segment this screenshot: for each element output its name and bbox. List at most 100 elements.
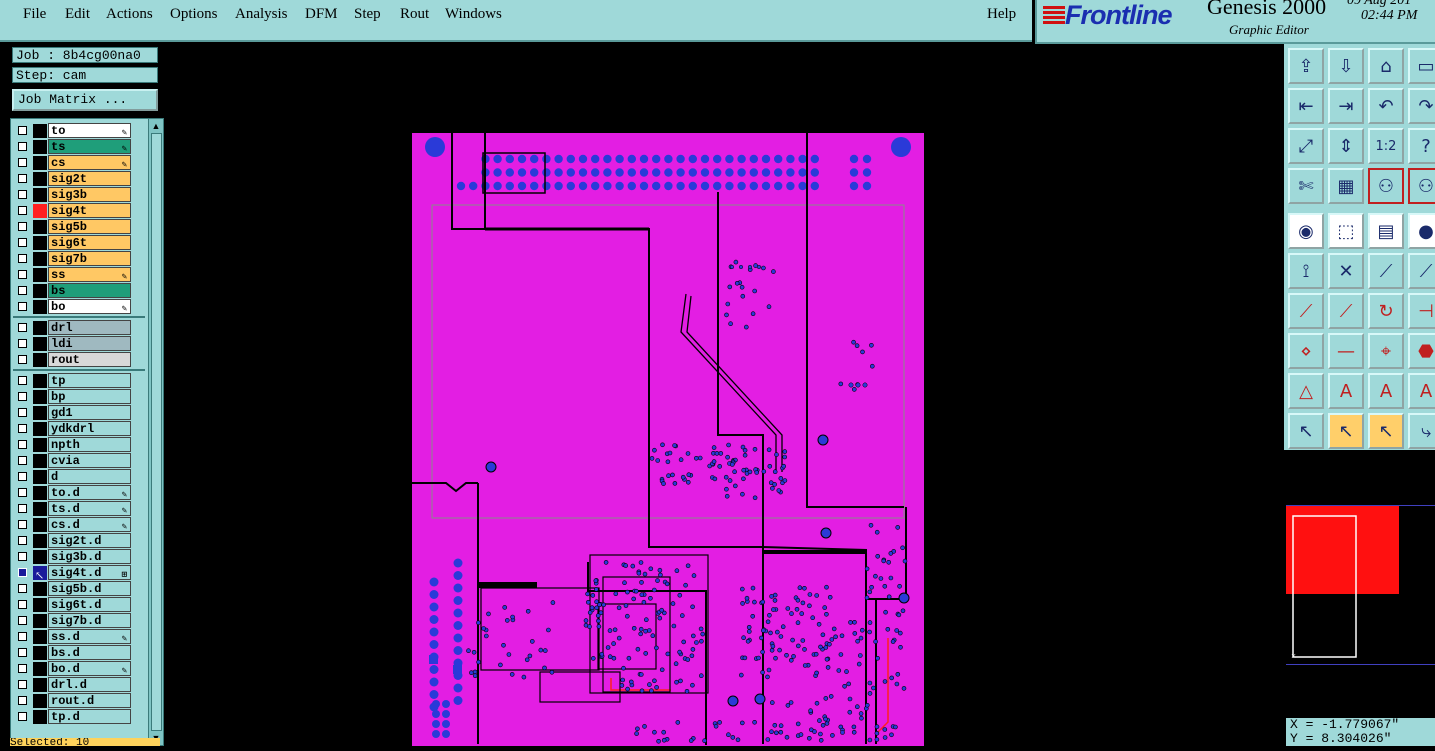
- layer-name[interactable]: bs: [48, 283, 131, 298]
- partial-button[interactable]: ▭: [1408, 48, 1435, 84]
- edit-line-button[interactable]: ⟋: [1288, 293, 1324, 329]
- layer-display-checkbox[interactable]: [18, 286, 27, 295]
- layer-display-checkbox[interactable]: [18, 552, 27, 561]
- save-button[interactable]: ⇩: [1328, 48, 1364, 84]
- layer-name[interactable]: sig3b: [48, 187, 131, 202]
- layer-name[interactable]: tp.d: [48, 709, 131, 724]
- layer-row-cs-d[interactable]: cs.d ✎: [11, 517, 147, 533]
- layer-row-tp[interactable]: tp: [11, 373, 147, 389]
- layer-affected-toggle[interactable]: [33, 438, 47, 452]
- layer-name[interactable]: sig5b: [48, 219, 131, 234]
- layer-name[interactable]: to.d ✎: [48, 485, 131, 500]
- layer-name[interactable]: drl.d: [48, 677, 131, 692]
- layer-display-checkbox[interactable]: [18, 355, 27, 364]
- zoom-1to2-button[interactable]: 1:2: [1368, 128, 1404, 164]
- layer-display-checkbox[interactable]: [18, 270, 27, 279]
- layer-display-checkbox[interactable]: [18, 254, 27, 263]
- menu-file[interactable]: File: [23, 6, 46, 23]
- layer-affected-toggle[interactable]: [33, 518, 47, 532]
- layer-affected-toggle[interactable]: [33, 172, 47, 186]
- layer-row-drl-d[interactable]: drl.d: [11, 677, 147, 693]
- layer-name[interactable]: gd1: [48, 405, 131, 420]
- layer-affected-toggle[interactable]: ↖: [33, 566, 47, 582]
- layer-name[interactable]: ydkdrl: [48, 421, 131, 436]
- layer-row-drl[interactable]: drl: [11, 320, 147, 336]
- layer-display-checkbox[interactable]: [18, 456, 27, 465]
- menu-actions[interactable]: Actions: [106, 6, 153, 23]
- layer-affected-toggle[interactable]: [33, 662, 47, 676]
- layer-name[interactable]: cs.d ✎: [48, 517, 131, 532]
- layer-display-checkbox[interactable]: [18, 126, 27, 135]
- layer-name[interactable]: sig2t.d: [48, 533, 131, 548]
- layer-row-sig2t[interactable]: sig2t: [11, 171, 147, 187]
- layer-row-rout[interactable]: rout: [11, 352, 147, 368]
- redo-button[interactable]: ↷: [1408, 88, 1435, 124]
- menu-step[interactable]: Step: [354, 6, 381, 23]
- layer-affected-toggle[interactable]: [33, 390, 47, 404]
- layer-name[interactable]: d: [48, 469, 131, 484]
- layer-name[interactable]: sig7b.d: [48, 613, 131, 628]
- layer-display-checkbox[interactable]: [18, 376, 27, 385]
- layer-display-checkbox[interactable]: [18, 664, 27, 673]
- layer-name[interactable]: ts ✎: [48, 139, 131, 154]
- layer-display-checkbox[interactable]: [18, 696, 27, 705]
- delete-button[interactable]: ✕: [1328, 253, 1364, 289]
- dot-button[interactable]: ●: [1408, 213, 1435, 249]
- layer-affected-toggle[interactable]: [33, 236, 47, 250]
- layer-row-sig2t-d[interactable]: sig2t.d: [11, 533, 147, 549]
- select-region-button[interactable]: ⬚: [1328, 213, 1364, 249]
- layer-display-checkbox[interactable]: [18, 504, 27, 513]
- graphic-canvas[interactable]: [166, 42, 1284, 751]
- layer-row-rout-d[interactable]: rout.d: [11, 693, 147, 709]
- layer-display-checkbox[interactable]: [18, 424, 27, 433]
- layer-name[interactable]: sig5b.d: [48, 581, 131, 596]
- layer-row-sig7b-d[interactable]: sig7b.d: [11, 613, 147, 629]
- layer-name[interactable]: sig2t: [48, 171, 131, 186]
- warning-button[interactable]: △: [1288, 373, 1324, 409]
- layer-affected-toggle[interactable]: [33, 374, 47, 388]
- scroll-up-icon[interactable]: ▲: [150, 120, 162, 132]
- layer-affected-toggle[interactable]: [33, 353, 47, 367]
- measure-button[interactable]: ✄: [1288, 168, 1324, 204]
- layer-row-bs[interactable]: bs: [11, 283, 147, 299]
- shape-button[interactable]: ⬣: [1408, 333, 1435, 369]
- menu-dfm[interactable]: DFM: [305, 6, 338, 23]
- layer-display-checkbox[interactable]: [18, 616, 27, 625]
- layer-affected-toggle[interactable]: [33, 252, 47, 266]
- pcb-board-view[interactable]: [166, 42, 1284, 751]
- layer-name[interactable]: sig4t: [48, 203, 131, 218]
- layer-name[interactable]: sig4t.d ⊞: [48, 565, 131, 580]
- layer-affected-toggle[interactable]: [33, 124, 47, 138]
- layer-row-sig5b-d[interactable]: sig5b.d: [11, 581, 147, 597]
- net-button[interactable]: ⟟: [1288, 253, 1324, 289]
- layer-display-checkbox[interactable]: [18, 392, 27, 401]
- layer-affected-toggle[interactable]: [33, 156, 47, 170]
- center-button[interactable]: ⌖: [1368, 333, 1404, 369]
- layer-display-checkbox[interactable]: [18, 488, 27, 497]
- layer-display-checkbox[interactable]: [18, 536, 27, 545]
- layer-name[interactable]: to ✎: [48, 123, 131, 138]
- split-button[interactable]: ⊣: [1408, 293, 1435, 329]
- layer-display-checkbox[interactable]: [18, 302, 27, 311]
- layer-row-sig6t-d[interactable]: sig6t.d: [11, 597, 147, 613]
- layer-row-ss[interactable]: ss ✎: [11, 267, 147, 283]
- layer-row-npth[interactable]: npth: [11, 437, 147, 453]
- layer-row-sig6t[interactable]: sig6t: [11, 235, 147, 251]
- layer-row-sig4t-d[interactable]: ↖ sig4t.d ⊞: [11, 565, 147, 582]
- snap-right-button[interactable]: ⇥: [1328, 88, 1364, 124]
- layer-affected-toggle[interactable]: [33, 598, 47, 612]
- zoom-vertical-button[interactable]: ⇕: [1328, 128, 1364, 164]
- layer-affected-toggle[interactable]: [33, 694, 47, 708]
- open-job-button[interactable]: ⇪: [1288, 48, 1324, 84]
- layer-row-gd1[interactable]: gd1: [11, 405, 147, 421]
- layer-affected-toggle[interactable]: [33, 140, 47, 154]
- layer-display-checkbox[interactable]: [18, 174, 27, 183]
- layer-affected-toggle[interactable]: [33, 220, 47, 234]
- layer-display-checkbox[interactable]: [18, 158, 27, 167]
- add-line-button[interactable]: ⟋: [1368, 253, 1404, 289]
- move-line-button[interactable]: ⟋: [1328, 293, 1364, 329]
- layer-row-to-d[interactable]: to.d ✎: [11, 485, 147, 501]
- menu-windows[interactable]: Windows: [445, 6, 502, 23]
- layer-display-checkbox[interactable]: [18, 632, 27, 641]
- layer-affected-toggle[interactable]: [33, 422, 47, 436]
